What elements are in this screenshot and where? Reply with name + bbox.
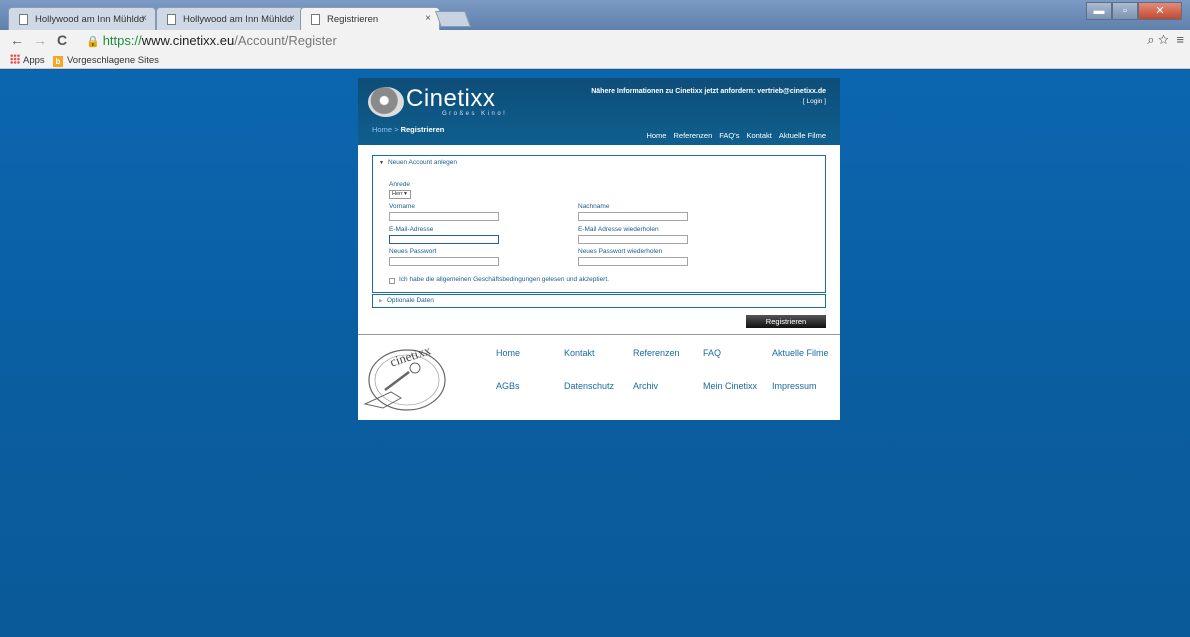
browser-toolbar: ← → C 🔒 https://www.cinetixx.eu/Account/R… [0, 30, 1190, 52]
breadcrumb: Home > Registrieren [372, 125, 444, 134]
dropdown-arrow-icon: ▼ [403, 191, 408, 197]
lock-icon: 🔒 [86, 36, 100, 48]
agb-checkbox[interactable] [389, 278, 395, 284]
email-label: E-Mail-Adresse [389, 226, 434, 233]
breadcrumb-separator: > [392, 125, 401, 134]
tab-hollywood-1[interactable]: Hollywood am Inn Mühldo × [8, 7, 156, 31]
bing-icon: b [53, 56, 63, 67]
apps-icon [10, 54, 20, 64]
tab-title: Registrieren [327, 14, 379, 25]
close-icon[interactable]: × [289, 13, 295, 24]
email-repeat-input[interactable] [578, 235, 688, 244]
password-input[interactable] [389, 257, 499, 266]
page-icon [167, 14, 176, 25]
new-tab-button[interactable] [435, 11, 471, 27]
nav-faqs[interactable]: FAQ's [719, 131, 739, 140]
window-controls: ▬ ▫ ✕ [1086, 2, 1182, 20]
address-bar[interactable]: 🔒 https://www.cinetixx.eu/Account/Registe… [86, 32, 337, 51]
browser-titlebar: Hollywood am Inn Mühldo × Hollywood am I… [0, 0, 1190, 31]
vorname-input[interactable] [389, 212, 499, 221]
film-reel-icon [368, 87, 404, 117]
tab-title: Hollywood am Inn Mühldo [183, 14, 293, 25]
breadcrumb-current: Registrieren [400, 125, 445, 134]
top-nav: Home Referenzen FAQ's Kontakt Aktuelle F… [646, 131, 826, 140]
password-label: Neues Passwort [389, 248, 437, 255]
anrede-label: Anrede [389, 181, 410, 188]
site-header: Cinetixx Großes Kino! Nähere Information… [358, 78, 840, 145]
nav-referenzen[interactable]: Referenzen [673, 131, 712, 140]
bookmark-apps[interactable]: Apps [10, 54, 45, 67]
optional-data-section[interactable]: ▶ Optionale Daten [372, 294, 826, 308]
footer-link-archiv[interactable]: Archiv [633, 381, 658, 391]
back-icon[interactable]: ← [10, 32, 24, 48]
agb-label: Ich habe die allgemeinen Geschäftsbeding… [399, 276, 609, 283]
footer-link-faq[interactable]: FAQ [703, 348, 721, 358]
reload-icon[interactable]: C [57, 32, 67, 48]
page-icon [19, 14, 28, 25]
tab-hollywood-2[interactable]: Hollywood am Inn Mühldo × [156, 7, 304, 31]
tab-title: Hollywood am Inn Mühldo [35, 14, 145, 25]
email-repeat-label: E-Mail Adresse wiederholen [578, 226, 659, 233]
section-title: Neuen Account anlegen [387, 159, 457, 166]
footer-link-mein-cinetixx[interactable]: Mein Cinetixx [703, 381, 757, 391]
footer-link-home[interactable]: Home [496, 348, 520, 358]
footer-link-impressum[interactable]: Impressum [772, 381, 817, 391]
minimize-button[interactable]: ▬ [1086, 2, 1112, 20]
anrede-value: Herr [392, 191, 403, 197]
bookmark-label: Vorgeschlagene Sites [67, 55, 159, 66]
new-account-header[interactable]: ▼ Neuen Account anlegen [379, 159, 457, 166]
page-background: Cinetixx Großes Kino! Nähere Information… [0, 70, 1190, 637]
optional-data-header[interactable]: ▶ Optionale Daten [379, 297, 434, 304]
anrede-select[interactable]: Herr ▼ [389, 190, 411, 199]
triangle-right-icon: ▶ [379, 298, 383, 304]
optional-title: Optionale Daten [386, 297, 434, 304]
close-window-button[interactable]: ✕ [1138, 2, 1182, 20]
breadcrumb-home[interactable]: Home [372, 125, 392, 134]
password-repeat-label: Neues Passwort wiederholen [578, 248, 663, 255]
nachname-input[interactable] [578, 212, 688, 221]
bookmarks-bar: Apps b Vorgeschlagene Sites [0, 52, 1190, 69]
new-account-section: ▼ Neuen Account anlegen Anrede Herr ▼ Vorn… [372, 155, 826, 293]
close-icon[interactable]: × [425, 13, 431, 24]
forward-icon[interactable]: → [33, 32, 47, 48]
maximize-button[interactable]: ▫ [1112, 2, 1138, 20]
logo-text[interactable]: Cinetixx [406, 85, 495, 113]
footer-link-aktuelle-filme[interactable]: Aktuelle Filme [772, 348, 829, 358]
footer-link-referenzen[interactable]: Referenzen [633, 348, 680, 358]
vorname-label: Vorname [389, 203, 416, 210]
triangle-down-icon: ▼ [379, 160, 384, 166]
footer-link-datenschutz[interactable]: Datenschutz [564, 381, 614, 391]
password-repeat-input[interactable] [578, 257, 688, 266]
login-link[interactable]: [ Login ] [803, 98, 826, 105]
register-button[interactable]: Registrieren [746, 315, 826, 328]
star-icon[interactable]: ☆ [1158, 32, 1169, 47]
close-icon[interactable]: × [141, 13, 147, 24]
bookmark-suggested-sites[interactable]: b Vorgeschlagene Sites [53, 54, 159, 67]
url-host: www.cinetixx.eu [141, 33, 235, 48]
nachname-label: Nachname [578, 203, 610, 210]
info-text: Nähere Informationen zu Cinetixx jetzt a… [591, 88, 826, 95]
footer-link-kontakt[interactable]: Kontakt [564, 348, 595, 358]
cinetixx-logo-icon: cinetixx [363, 342, 446, 411]
nav-kontakt[interactable]: Kontakt [746, 131, 771, 140]
toolbar-icons: ⌕ ☆ ≡ [1147, 32, 1184, 48]
url-scheme: https:// [102, 33, 142, 48]
nav-home[interactable]: Home [646, 131, 666, 140]
page-icon [311, 14, 320, 25]
logo-tagline: Großes Kino! [442, 111, 508, 117]
tab-registrieren[interactable]: Registrieren × [300, 7, 440, 31]
nav-aktuelle-filme[interactable]: Aktuelle Filme [779, 131, 826, 140]
menu-icon[interactable]: ≡ [1176, 32, 1184, 47]
zoom-icon[interactable]: ⌕ [1147, 32, 1154, 47]
url-path: /Account/Register [234, 33, 337, 48]
footer-link-agbs[interactable]: AGBs [496, 381, 520, 391]
site-container: Cinetixx Großes Kino! Nähere Information… [358, 78, 840, 420]
bookmark-label: Apps [23, 55, 45, 66]
footer-divider [358, 334, 840, 335]
email-input[interactable] [389, 235, 499, 244]
